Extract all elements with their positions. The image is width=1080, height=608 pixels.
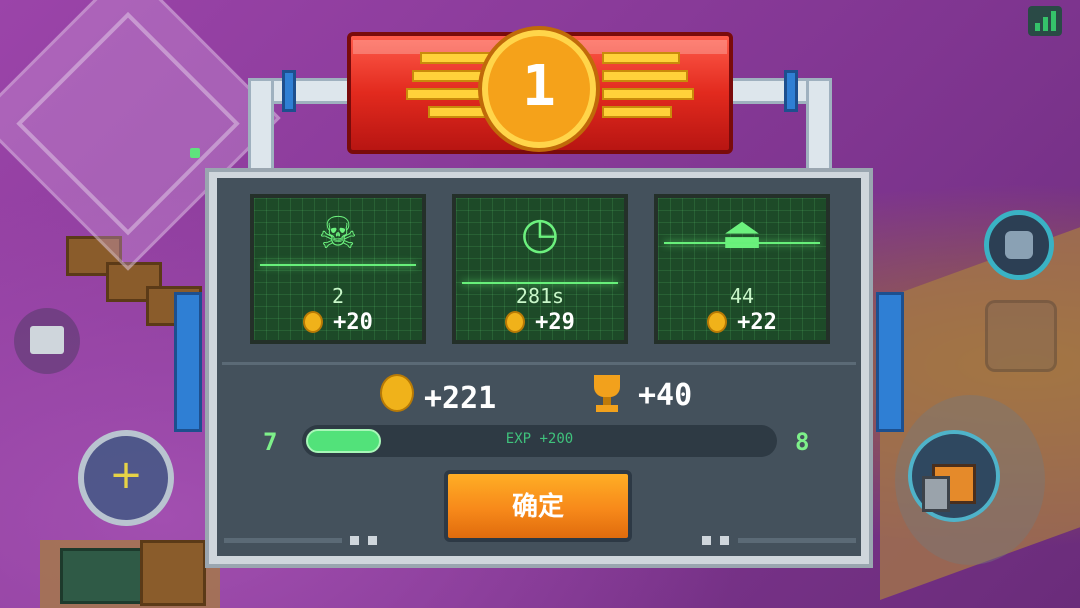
scanline — [664, 242, 820, 244]
move-joystick[interactable]: + — [78, 430, 174, 526]
next-level: 8 — [795, 428, 810, 456]
pipe-left-vertical — [248, 78, 274, 178]
time-coin-bonus: +29 — [456, 310, 624, 335]
weapon-button[interactable] — [908, 430, 1000, 522]
kills-stat: ☠ 2 +20 — [250, 194, 426, 344]
rank-number: 1 — [522, 54, 556, 119]
exp-label: EXP +200 — [505, 431, 574, 447]
coin-icon — [380, 374, 414, 412]
coin-icon — [303, 311, 324, 333]
crate — [60, 548, 146, 604]
confirm-button[interactable]: 确定 — [444, 470, 632, 542]
skill-icon — [1005, 231, 1033, 259]
chat-bubble-icon — [30, 326, 64, 354]
weapon-secondary-icon — [922, 476, 950, 512]
crate — [140, 540, 206, 606]
coin-icon — [505, 311, 526, 333]
time-stat: ◷ 281s +29 — [452, 194, 628, 344]
skull-icon: ☠ — [318, 208, 358, 259]
signal-strength-icon — [1028, 6, 1062, 36]
pipe-joint-left — [282, 70, 296, 112]
scanline — [260, 264, 416, 266]
panel-footer-line-left — [224, 538, 342, 543]
side-rail-right — [876, 292, 904, 432]
panel-footer-line-right — [738, 538, 856, 543]
plus-icon: + — [109, 452, 143, 498]
chat-button[interactable] — [14, 308, 80, 374]
panel-footer-dot — [350, 536, 359, 545]
panel-footer-dot — [702, 536, 711, 545]
panel-footer-dot — [368, 536, 377, 545]
player-marker-icon — [190, 148, 200, 158]
side-rail-left — [174, 292, 202, 432]
weight-value: 44 — [729, 284, 755, 308]
total-trophies: +40 — [590, 374, 692, 418]
skill-button[interactable] — [984, 210, 1054, 280]
swap-button[interactable] — [985, 300, 1057, 372]
rank-medal: 1 — [482, 30, 596, 148]
time-value: 281s — [515, 284, 565, 308]
trophy-icon — [590, 375, 624, 413]
current-level: 7 — [263, 428, 278, 456]
clock-icon: ◷ — [520, 208, 560, 259]
pipe-joint-right — [784, 70, 798, 112]
weight-kg-icon: ⏏ — [721, 208, 763, 259]
weight-coin-bonus: +22 — [658, 310, 826, 335]
weight-stat: ⏏ 44 +22 — [654, 194, 830, 344]
right-wing-icon — [602, 52, 702, 124]
kills-value: 2 — [331, 284, 345, 308]
pipe-right-vertical — [806, 78, 832, 178]
kills-coin-bonus: +20 — [254, 310, 422, 335]
divider — [222, 362, 856, 365]
coin-icon — [707, 311, 728, 333]
total-coins: +221 — [380, 374, 496, 418]
exp-bar: EXP +200 — [302, 425, 777, 457]
panel-footer-dot — [720, 536, 729, 545]
